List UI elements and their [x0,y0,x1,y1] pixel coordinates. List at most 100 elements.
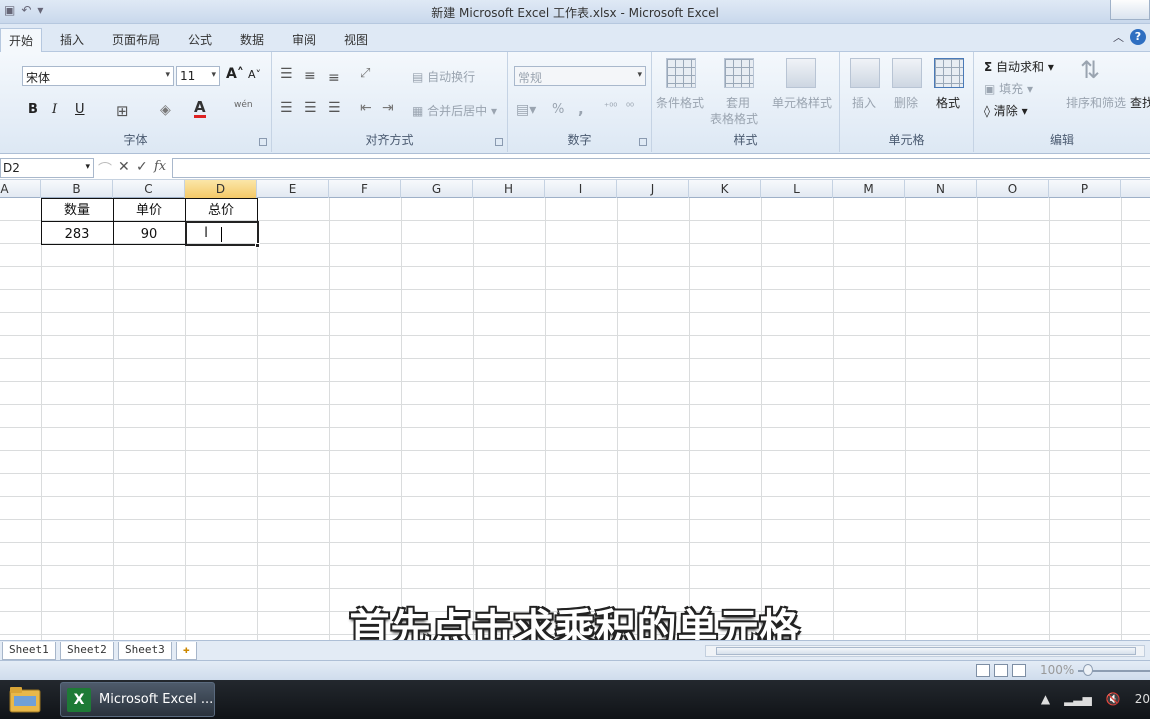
font-size-combo[interactable]: 11 ▾ [176,66,220,86]
tab-insert[interactable]: 插入 [52,28,92,52]
column-header-f[interactable]: F [329,180,401,198]
cell-c1[interactable]: 单价 [113,199,185,222]
column-header-p[interactable]: P [1049,180,1121,198]
cancel-entry-button[interactable]: ✕ [118,159,130,175]
currency-icon[interactable]: ▤▾ [516,102,536,118]
column-header-d[interactable]: D [185,180,257,198]
window-control-button[interactable] [1110,0,1150,20]
comma-button[interactable]: , [578,100,584,118]
tab-data[interactable]: 数据 [232,28,272,52]
delete-cells-button[interactable]: 删除 [894,94,918,111]
wrap-text-button[interactable]: ▤ 自动换行 [412,68,475,85]
help-icon[interactable]: ? [1130,29,1146,45]
grow-font-button[interactable]: A ˄ [226,66,244,82]
normal-view-icon[interactable] [976,664,990,677]
confirm-entry-button[interactable]: ✓ [136,159,148,175]
cell-styles-button[interactable]: 单元格样式 [772,94,832,111]
clear-button[interactable]: ◊ 清除 ▾ [984,102,1028,119]
horizontal-scrollbar[interactable] [705,645,1145,657]
column-header-g[interactable]: G [401,180,473,198]
underline-button[interactable]: U [75,102,85,117]
number-format-combo[interactable]: 常规 ▾ [514,66,646,86]
page-break-view-icon[interactable] [1012,664,1026,677]
merge-center-button[interactable]: ▦ 合并后居中 ▾ [412,102,497,119]
column-header-n[interactable]: N [905,180,977,198]
shrink-font-button[interactable]: A ˅ [248,68,261,81]
align-left-icon[interactable]: ☰ [280,100,293,116]
cell-d1[interactable]: 总价 [185,199,257,222]
autosum-button[interactable]: Σ 自动求和 ▾ [984,58,1054,75]
sheet-tab-3[interactable]: Sheet3 [118,642,172,660]
increase-indent-icon[interactable]: ⇥ [382,100,394,116]
insert-cells-icon[interactable] [850,58,880,88]
font-color-button[interactable]: A [194,100,206,118]
cell-b2[interactable]: 283 [41,223,113,246]
column-header-e[interactable]: E [257,180,329,198]
alignment-dialog-launcher[interactable] [495,138,503,146]
tab-home[interactable]: 开始 [0,28,43,53]
tab-review[interactable]: 审阅 [284,28,324,52]
insert-cells-button[interactable]: 插入 [852,94,876,111]
number-dialog-launcher[interactable] [639,138,647,146]
worksheet-grid[interactable]: A B C D E F G H I J K L M N O P 数量 单价 总价… [0,180,1150,640]
format-cells-icon[interactable] [934,58,964,88]
sheet-tab-2[interactable]: Sheet2 [60,642,114,660]
column-header-k[interactable]: K [689,180,761,198]
cell-c2[interactable]: 90 [113,223,185,246]
decrease-decimal-icon[interactable]: ⁰⁰ [626,102,634,113]
orientation-icon[interactable]: ⤢ [360,66,370,81]
format-as-table-button[interactable]: 套用 [726,94,750,111]
page-layout-view-icon[interactable] [994,664,1008,677]
align-center-icon[interactable]: ☰ [304,100,317,116]
column-header-c[interactable]: C [113,180,185,198]
format-cells-button[interactable]: 格式 [936,94,960,111]
find-select-button[interactable]: 查找 [1130,94,1150,111]
zoom-level[interactable]: 100% [1040,663,1074,677]
cell-styles-icon[interactable] [786,58,816,88]
cell-b1[interactable]: 数量 [41,199,113,222]
minimize-ribbon-icon[interactable]: ︿ [1113,29,1124,45]
column-header-a[interactable]: A [0,180,41,198]
tray-expand-icon[interactable]: ▲ [1041,692,1050,706]
column-header-m[interactable]: M [833,180,905,198]
sort-filter-button[interactable]: 排序和筛选 [1066,94,1126,111]
decrease-indent-icon[interactable]: ⇤ [360,100,372,116]
scrollbar-thumb[interactable] [716,647,1136,655]
excel-taskbar-button[interactable]: X Microsoft Excel ... [60,682,215,717]
conditional-format-button[interactable]: 条件格式 [656,94,704,111]
bold-button[interactable]: B [28,102,38,117]
font-name-combo[interactable]: 宋体 ▾ [22,66,174,86]
increase-decimal-icon[interactable]: ⁺⁰⁰ [604,102,617,113]
column-header-l[interactable]: L [761,180,833,198]
column-header-i[interactable]: I [545,180,617,198]
zoom-slider-knob[interactable] [1083,664,1093,676]
column-header-o[interactable]: O [977,180,1049,198]
align-middle-icon[interactable]: ≡ [304,68,316,84]
format-as-table-icon[interactable] [724,58,754,88]
clock[interactable]: 20 [1135,692,1150,706]
column-header-j[interactable]: J [617,180,689,198]
border-icon[interactable]: ⊞ [116,102,129,120]
tab-formulas[interactable]: 公式 [180,28,220,52]
sort-filter-icon[interactable]: ⇅ [1080,56,1100,84]
tab-page-layout[interactable]: 页面布局 [104,28,168,52]
italic-button[interactable]: I [52,102,57,117]
align-bottom-icon[interactable]: ≡ [328,70,340,86]
insert-function-button[interactable]: fx [154,159,166,174]
fill-color-icon[interactable]: ◈ [160,102,171,118]
fill-button[interactable]: ▣ 填充 ▾ [984,80,1033,97]
phonetic-guide-button[interactable]: wén [234,100,253,110]
fill-handle[interactable] [255,243,260,248]
column-header-h[interactable]: H [473,180,545,198]
conditional-format-icon[interactable] [666,58,696,88]
network-icon[interactable]: ▂▃▅ [1064,692,1092,706]
name-box[interactable]: D2 ▾ [0,158,94,178]
tab-view[interactable]: 视图 [336,28,376,52]
volume-muted-icon[interactable]: 🔇 [1106,692,1121,706]
align-top-icon[interactable]: ☰ [280,66,293,82]
column-header-b[interactable]: B [41,180,113,198]
font-dialog-launcher[interactable] [259,138,267,146]
percent-button[interactable]: % [552,102,564,117]
formula-input[interactable] [172,158,1150,178]
delete-cells-icon[interactable] [892,58,922,88]
